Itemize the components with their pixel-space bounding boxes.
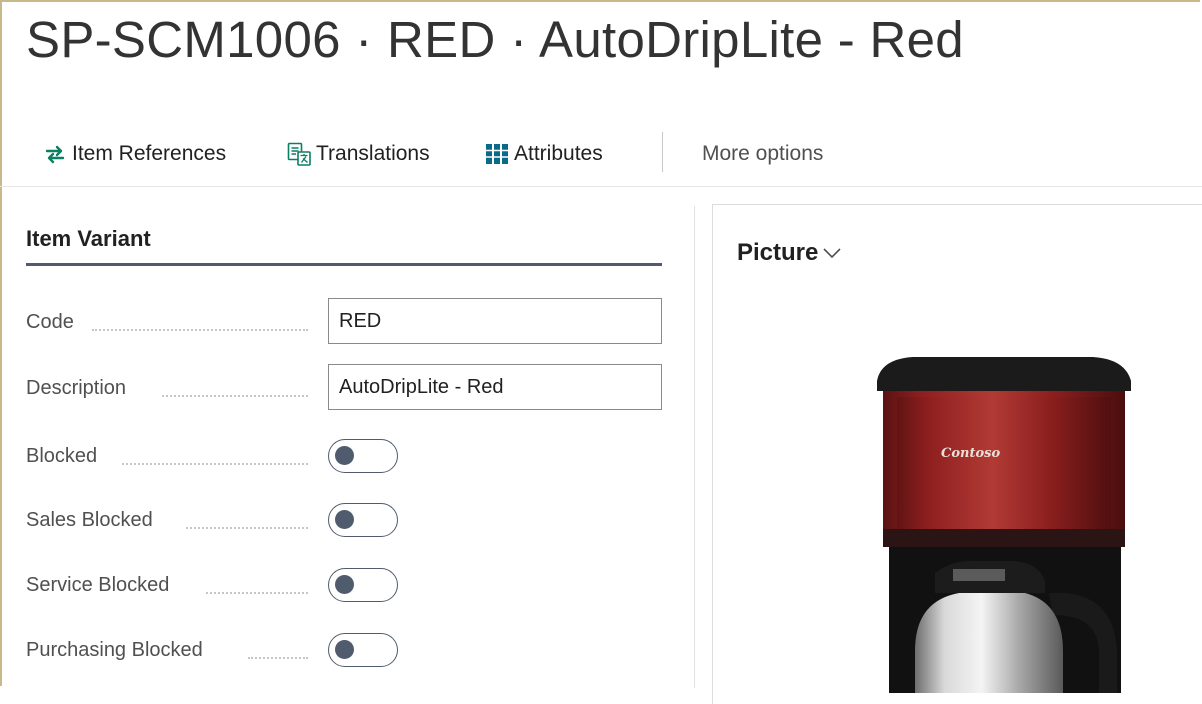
toggle-knob [335,510,354,529]
pane-divider [694,206,695,688]
field-label: Service Blocked [26,561,308,609]
field-service-blocked: Service Blocked [26,561,666,609]
toggle-knob [335,575,354,594]
service-blocked-toggle[interactable] [328,568,398,602]
grid-columns-icon [484,141,510,167]
picture-header[interactable]: Picture [737,239,842,267]
field-label: Sales Blocked [26,496,308,544]
field-description: Description AutoDripLite - Red [26,364,666,412]
field-label-text: Blocked [26,444,98,467]
more-options-button[interactable]: More options [702,124,823,184]
svg-text:Contoso: Contoso [941,446,1000,461]
page-title: SP-SCM1006 · RED · AutoDripLite - Red [26,11,964,68]
chevron-down-icon [822,246,842,260]
field-leader-dots [122,463,308,465]
field-sales-blocked: Sales Blocked [26,496,666,544]
field-label: Description [26,364,308,412]
field-leader-dots [186,527,308,529]
picture-title: Picture [737,239,819,266]
translations-action[interactable]: Translations [286,124,430,184]
translate-icon [286,141,312,167]
field-label-text: Service Blocked [26,573,170,596]
description-input[interactable]: AutoDripLite - Red [328,364,662,410]
field-label: Blocked [26,432,308,480]
section-underline [26,263,662,266]
action-separator [662,132,663,172]
attributes-action[interactable]: Attributes [484,124,603,184]
attributes-label: Attributes [514,142,603,165]
picture-factbox: Picture Contoso [712,204,1202,704]
field-label-text: Code [26,310,74,333]
field-label-text: Sales Blocked [26,508,153,531]
field-purchasing-blocked: Purchasing Blocked [26,626,666,674]
field-label-text: Purchasing Blocked [26,638,203,661]
section-title-item-variant: Item Variant [26,226,151,251]
sales-blocked-toggle[interactable] [328,503,398,537]
field-label: Purchasing Blocked [26,626,308,674]
blocked-toggle[interactable] [328,439,398,473]
purchasing-blocked-toggle[interactable] [328,633,398,667]
field-code: Code RED [26,298,666,346]
translations-label: Translations [316,142,430,165]
action-bar: Item References Translations Attributes … [0,124,1202,187]
coffee-maker-image: Contoso [877,357,1131,693]
toggle-knob [335,446,354,465]
field-leader-dots [206,592,308,594]
field-label-text: Description [26,376,127,399]
field-blocked: Blocked [26,432,666,480]
field-leader-dots [92,329,308,331]
item-references-label: Item References [72,142,227,165]
field-leader-dots [162,395,308,397]
field-label: Code [26,298,308,346]
field-leader-dots [248,657,308,659]
arrows-swap-icon [42,141,68,167]
code-input[interactable]: RED [328,298,662,344]
item-references-action[interactable]: Item References [42,124,226,184]
toggle-knob [335,640,354,659]
